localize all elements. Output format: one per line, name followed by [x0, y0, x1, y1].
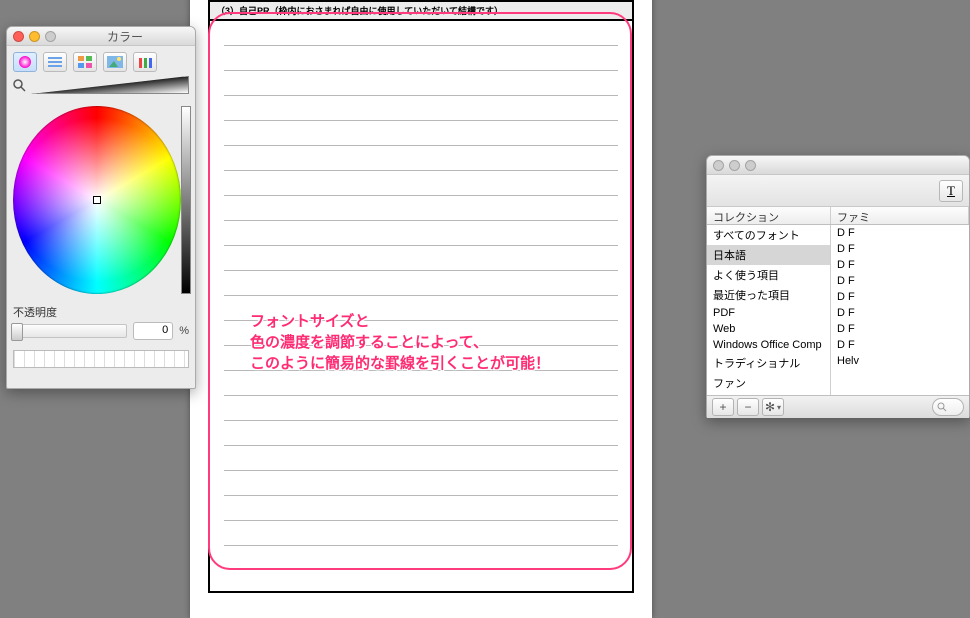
tab-sliders[interactable] [43, 52, 67, 72]
font-column-headers: コレクション ファミ [707, 207, 969, 225]
family-list[interactable]: D FD FD FD FD FD FD FD FHelv [831, 225, 969, 395]
collection-item[interactable]: PDF [707, 305, 830, 321]
font-bottom-bar: + − ✻ [707, 395, 969, 418]
tab-palettes[interactable] [73, 52, 97, 72]
font-toolbar: T [707, 175, 969, 207]
collection-item[interactable]: すべてのフォント [707, 225, 830, 245]
collection-item[interactable]: 日本語 [707, 245, 830, 265]
opacity-row: 不透明度 0 % [7, 300, 195, 344]
zoom-traffic-light[interactable] [45, 31, 56, 42]
col-header-collection[interactable]: コレクション [707, 207, 831, 224]
color-panel-titlebar[interactable]: カラー [7, 27, 195, 46]
collection-item[interactable]: Windows Office Comp [707, 337, 830, 353]
tab-color-wheel[interactable] [13, 52, 37, 72]
rule-line [224, 146, 618, 171]
rule-line [224, 421, 618, 446]
collection-item[interactable]: Web [707, 321, 830, 337]
family-item[interactable]: D F [831, 225, 969, 241]
close-traffic-light[interactable] [713, 160, 724, 171]
collection-item[interactable]: よく使う項目 [707, 265, 830, 285]
remove-collection-button[interactable]: − [737, 398, 759, 416]
color-panel-title: カラー [61, 28, 189, 45]
rule-line [224, 121, 618, 146]
font-search-field[interactable] [932, 398, 964, 416]
rule-line [224, 21, 618, 46]
family-item[interactable]: D F [831, 337, 969, 353]
magnifier-icon[interactable] [13, 79, 27, 92]
rule-line [224, 446, 618, 471]
section-header: （3）自己PR（枠内におさまれば自由に使用していただいて結構です） [210, 2, 632, 21]
font-panel-titlebar[interactable] [707, 156, 969, 175]
tab-image[interactable] [103, 52, 127, 72]
document-page: （3）自己PR（枠内におさまれば自由に使用していただいて結構です） [190, 0, 652, 618]
color-panel: カラー 不透明度 0 % [6, 26, 196, 389]
rule-line [224, 496, 618, 521]
font-panel: T コレクション ファミ すべてのフォント日本語よく使う項目最近使った項目PDF… [706, 155, 970, 418]
brightness-slider[interactable] [181, 106, 191, 294]
swatch-wells[interactable] [13, 350, 189, 368]
magnifier-row [7, 76, 195, 100]
rule-line [224, 521, 618, 546]
document-body[interactable] [210, 21, 632, 591]
percent-label: % [179, 325, 189, 337]
rule-line [224, 171, 618, 196]
collection-item[interactable]: ファン [707, 373, 830, 393]
tab-crayons[interactable] [133, 52, 157, 72]
family-item[interactable]: D F [831, 321, 969, 337]
rule-line [224, 371, 618, 396]
color-wheel[interactable] [13, 106, 181, 294]
rule-line [224, 321, 618, 346]
minimize-traffic-light[interactable] [729, 160, 740, 171]
rule-line [224, 96, 618, 121]
family-item[interactable]: D F [831, 289, 969, 305]
rule-line [224, 71, 618, 96]
zoom-traffic-light[interactable] [745, 160, 756, 171]
collection-list[interactable]: すべてのフォント日本語よく使う項目最近使った項目PDFWebWindows Of… [707, 225, 831, 395]
family-item[interactable]: D F [831, 305, 969, 321]
collection-item[interactable]: トラディショナル [707, 353, 830, 373]
minimize-traffic-light[interactable] [29, 31, 40, 42]
close-traffic-light[interactable] [13, 31, 24, 42]
rule-line [224, 221, 618, 246]
family-item[interactable]: Helv [831, 353, 969, 369]
rule-line [224, 471, 618, 496]
rule-line [224, 346, 618, 371]
opacity-slider[interactable] [13, 324, 127, 338]
color-mode-tabs [7, 46, 195, 76]
text-underline-button[interactable]: T [939, 180, 963, 202]
family-item[interactable]: D F [831, 257, 969, 273]
rule-line [224, 296, 618, 321]
family-item[interactable]: D F [831, 241, 969, 257]
opacity-value-field[interactable]: 0 [133, 322, 173, 340]
rule-line [224, 271, 618, 296]
current-color-strip[interactable] [31, 76, 189, 94]
font-lists: すべてのフォント日本語よく使う項目最近使った項目PDFWebWindows Of… [707, 225, 969, 395]
rule-line [224, 246, 618, 271]
opacity-label: 不透明度 [13, 304, 189, 322]
color-wheel-area [7, 100, 195, 300]
collection-item[interactable]: 最近使った項目 [707, 285, 830, 305]
rule-line [224, 196, 618, 221]
document-frame: （3）自己PR（枠内におさまれば自由に使用していただいて結構です） [208, 0, 634, 593]
col-header-family[interactable]: ファミ [831, 207, 969, 224]
add-collection-button[interactable]: + [712, 398, 734, 416]
rule-line [224, 46, 618, 71]
family-item[interactable]: D F [831, 273, 969, 289]
actions-gear-button[interactable]: ✻ [762, 398, 784, 416]
rule-line [224, 396, 618, 421]
